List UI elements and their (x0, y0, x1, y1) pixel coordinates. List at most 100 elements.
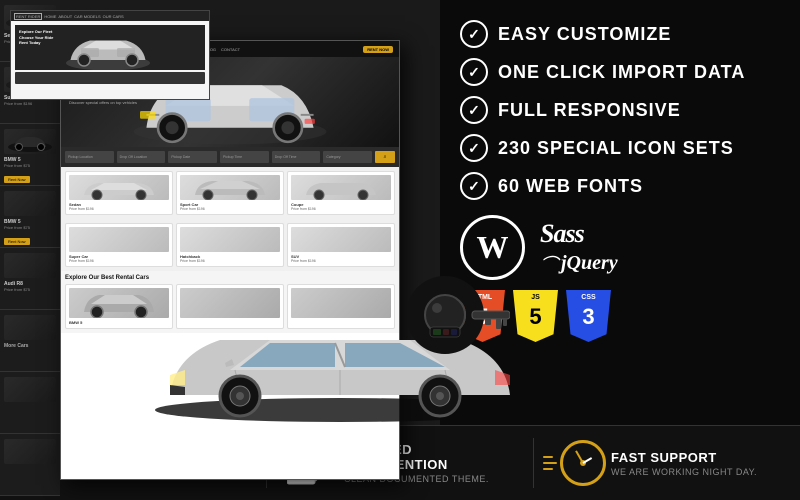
speed-line (543, 462, 557, 464)
feature-label: ONE CLICK IMPORT DATA (498, 62, 745, 83)
fast-support-subtitle: WE ARE WORKING NIGHT DAY. (611, 467, 785, 477)
car-thumbnail (4, 129, 56, 154)
check-icon (460, 58, 488, 86)
clock-icon (560, 440, 606, 486)
css3-label: CSS (581, 294, 595, 301)
hero-car-small-svg (15, 27, 203, 70)
car-price: Price from $196 (180, 207, 280, 211)
js-label: JS (531, 294, 540, 301)
category-field[interactable]: Category (323, 151, 372, 163)
feature-item-one-click-import: ONE CLICK IMPORT DATA (460, 58, 780, 86)
check-icon (460, 134, 488, 162)
feature-item-easy-customize: EASY CUSTOMIZE (460, 20, 780, 48)
car-key-image (390, 275, 510, 410)
list-item: Super Car Price from $196 (65, 223, 173, 267)
preview-top-form (15, 72, 205, 84)
car-thumbnail (4, 315, 56, 340)
fast-support-title: FAST SUPPORT (611, 450, 785, 465)
list-item (0, 434, 60, 496)
feature-label: 60 WEB FONTS (498, 176, 643, 197)
sass-jquery-col: Sass ⌒ jQuery (540, 219, 618, 277)
dropoff-location-field[interactable]: Drop Off Location (117, 151, 166, 163)
car-price: Price from $196 (4, 101, 56, 106)
pickup-time-label: Pickup Time (223, 155, 242, 159)
jquery-prefix: ⌒ (540, 251, 558, 277)
search-button[interactable]: ⌕ (375, 151, 395, 163)
css3-shield: CSS 3 (566, 290, 611, 342)
car-price: Price from $75 (4, 163, 56, 168)
pickup-date-field[interactable]: Pickup Date (168, 151, 217, 163)
list-item: Sport Car Price from $196 (176, 171, 284, 215)
pickup-time-field[interactable]: Pickup Time (220, 151, 269, 163)
car-image (291, 227, 391, 252)
list-item: SUV Price from $196 (287, 223, 395, 267)
feature-label: EASY CUSTOMIZE (498, 24, 671, 45)
preview-top-content: Explore Our Fleet Choose Your Ride Rent … (11, 21, 209, 99)
list-item: BMW 5 Price from $75 Rent Now (0, 186, 60, 248)
car-thumbnail (4, 377, 56, 402)
logo-text: RENT RIDER (14, 13, 42, 20)
dropoff-time-field[interactable]: Drop Off Time (272, 151, 321, 163)
list-item: Sedan Price from $196 (65, 171, 173, 215)
nav-spacer: HOME (44, 14, 56, 19)
jquery-logo: jQuery (561, 252, 618, 275)
best-rental-title: Explore Our Best Rental Cars (65, 275, 395, 281)
car-image (291, 175, 391, 200)
speedometer-group (543, 440, 606, 486)
car-image (180, 227, 280, 252)
feature-label: 230 SPECIAL ICON SETS (498, 138, 734, 159)
rental-form-bar: Pickup Location Drop Off Location Pickup… (61, 147, 399, 167)
speed-line (543, 456, 553, 458)
pickup-date-label: Pickup Date (171, 155, 190, 159)
check-icon (460, 96, 488, 124)
check-icon (460, 172, 488, 200)
car-price: Price from $75 (4, 225, 56, 230)
js-number: 5 (529, 304, 541, 330)
fast-support-text: FAST SUPPORT WE ARE WORKING NIGHT DAY. (611, 450, 785, 477)
tech-logos-row: W Sass ⌒ jQuery (460, 215, 780, 280)
wordpress-w: W (477, 229, 509, 266)
car-price: Price from $196 (69, 259, 169, 263)
feature-label: FULL RESPONSIVE (498, 100, 681, 121)
car-price: Price from $196 (180, 259, 280, 263)
search-icon: ⌕ (384, 154, 387, 160)
nav-contact: CONTACT (221, 47, 240, 52)
preview-top: RENT RIDER HOME ABOUT CAR MODELS OUR CAR… (10, 10, 210, 100)
category-label: Category (326, 155, 340, 159)
feature-item-special-icons: 230 SPECIAL ICON SETS (460, 134, 780, 162)
rent-now-button[interactable]: Rent Now (4, 176, 30, 183)
features-list: EASY CUSTOMIZE ONE CLICK IMPORT DATA FUL… (460, 20, 780, 200)
list-item: More Cars (0, 310, 60, 372)
car-price: Price from $196 (69, 207, 169, 211)
car-image (180, 175, 280, 200)
list-item: Coupe Price from $196 (287, 171, 395, 215)
nav-about: ABOUT (58, 14, 72, 19)
clock-hour-hand (582, 457, 592, 464)
pickup-location-field[interactable]: Pickup Location (65, 151, 114, 163)
list-item: Hatchback Price from $196 (176, 223, 284, 267)
rent-now-button[interactable]: Rent Now (4, 238, 30, 245)
car-thumbnail (4, 191, 56, 216)
list-item (0, 372, 60, 434)
car-grid-2: Super Car Price from $196 Hatchback Pric… (61, 219, 399, 271)
jquery-row: ⌒ jQuery (540, 251, 618, 277)
car-grid: Sedan Price from $196 Sport Car Price fr… (61, 167, 399, 219)
rent-now-nav-button[interactable]: RENT NOW (363, 46, 393, 53)
nav-models: CAR MODELS (74, 14, 100, 19)
speed-lines (543, 456, 557, 470)
car-image (69, 175, 169, 200)
car-image (69, 227, 169, 252)
preview-top-hero: Explore Our Fleet Choose Your Ride Rent … (15, 25, 205, 70)
list-item: BMW 5 Price from $75 Rent Now (0, 124, 60, 186)
fast-support-icon (549, 438, 599, 488)
fast-support-item: FAST SUPPORT WE ARE WORKING NIGHT DAY. (534, 438, 800, 488)
css3-badge-group: CSS 3 (566, 290, 611, 342)
nav-ours: OUR CARS (103, 14, 124, 19)
feature-item-full-responsive: FULL RESPONSIVE (460, 96, 780, 124)
list-item: Audi R8 Price from $75 (0, 248, 60, 310)
sass-logo: Sass (540, 219, 618, 249)
car-price: Price from $196 (291, 259, 391, 263)
speed-line (543, 468, 553, 470)
dropoff-location-label: Drop Off Location (120, 155, 147, 159)
car-thumbnail (4, 253, 56, 278)
